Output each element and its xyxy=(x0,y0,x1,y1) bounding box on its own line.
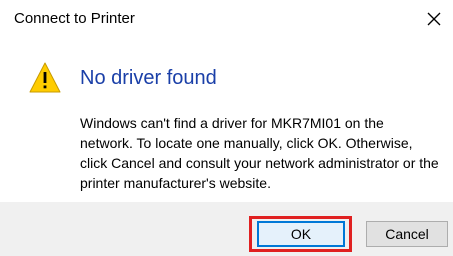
warning-icon xyxy=(29,62,61,93)
connect-to-printer-dialog: Connect to Printer No driver found Windo… xyxy=(0,0,453,256)
cancel-button[interactable]: Cancel xyxy=(366,221,448,247)
title-bar: Connect to Printer xyxy=(0,0,453,40)
ok-button[interactable]: OK xyxy=(257,221,345,247)
close-button[interactable] xyxy=(421,6,447,32)
dialog-title: Connect to Printer xyxy=(14,10,135,27)
close-icon xyxy=(427,12,441,26)
dialog-message: Windows can't find a driver for MKR7MI01… xyxy=(80,115,439,191)
dialog-heading: No driver found xyxy=(80,67,217,89)
